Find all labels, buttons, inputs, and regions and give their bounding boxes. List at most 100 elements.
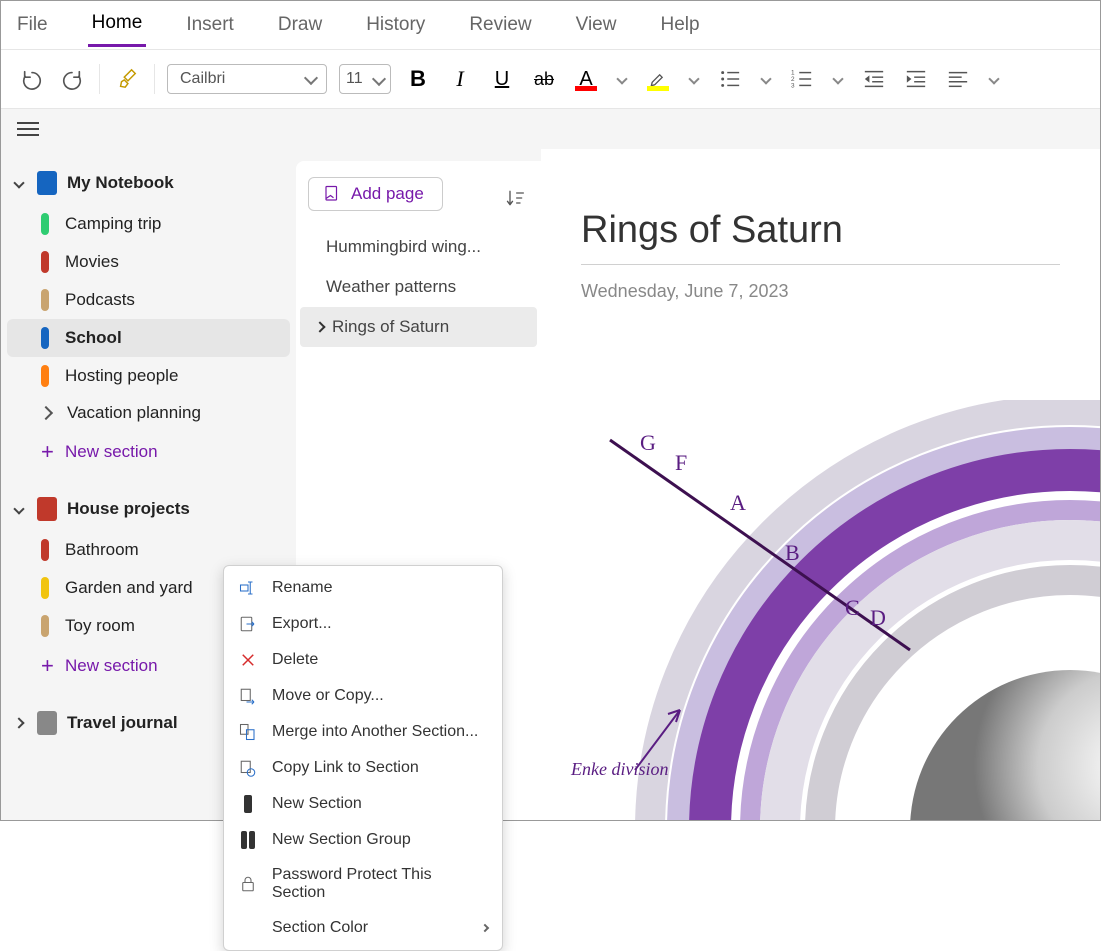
notebook-icon — [37, 711, 57, 735]
numbering-button[interactable]: 123 — [787, 59, 817, 99]
ctx-section-color[interactable]: Section Color — [224, 910, 502, 946]
page-rings-of-saturn[interactable]: Rings of Saturn — [300, 307, 537, 347]
ctx-password-protect[interactable]: Password Protect This Section — [224, 858, 502, 910]
numbered-list-icon: 123 — [791, 68, 813, 90]
hamburger-menu-icon[interactable] — [17, 118, 39, 140]
bullets-dropdown[interactable] — [757, 75, 775, 83]
section-school[interactable]: School — [7, 319, 290, 357]
undo-icon — [21, 68, 43, 90]
align-dropdown[interactable] — [985, 75, 1003, 83]
svg-text:G: G — [640, 430, 656, 455]
ctx-copy-link[interactable]: Copy Link to Section — [224, 750, 502, 786]
ctx-merge[interactable]: Merge into Another Section... — [224, 714, 502, 750]
outdent-button[interactable] — [859, 59, 889, 99]
add-page-icon — [323, 185, 341, 203]
outdent-icon — [863, 68, 885, 90]
svg-text:3: 3 — [791, 82, 795, 89]
menu-file[interactable]: File — [13, 6, 52, 44]
font-size-select[interactable]: 11 — [339, 64, 391, 94]
chevron-right-icon — [481, 924, 489, 932]
notebook-icon — [37, 497, 57, 521]
enke-division-label: Enke division — [571, 759, 668, 780]
section-group-icon — [238, 830, 258, 850]
undo-button[interactable] — [17, 59, 47, 99]
notebook-title: Travel journal — [67, 713, 178, 733]
page-content-area[interactable]: Rings of Saturn Wednesday, June 7, 2023 — [541, 149, 1100, 820]
section-hosting-people[interactable]: Hosting people — [1, 357, 296, 395]
italic-button[interactable]: I — [445, 59, 475, 99]
ctx-new-section-group[interactable]: New Section Group — [224, 822, 502, 858]
chevron-down-icon — [13, 177, 24, 188]
rename-icon — [238, 578, 258, 598]
section-camping-trip[interactable]: Camping trip — [1, 205, 296, 243]
plus-icon: + — [41, 439, 49, 465]
indent-icon — [905, 68, 927, 90]
underline-button[interactable]: U — [487, 59, 517, 99]
panel-toggle-bar — [1, 109, 1100, 149]
menu-draw[interactable]: Draw — [274, 6, 326, 44]
merge-icon — [238, 722, 258, 742]
font-name-value: Cailbri — [180, 70, 225, 88]
font-family-select[interactable]: Cailbri — [167, 64, 327, 94]
bullets-button[interactable] — [715, 59, 745, 99]
strikethrough-button[interactable]: ab — [529, 59, 559, 99]
ctx-export[interactable]: Export... — [224, 606, 502, 642]
plus-icon: + — [41, 653, 49, 679]
font-color-dropdown[interactable] — [613, 75, 631, 83]
page-weather[interactable]: Weather patterns — [296, 267, 541, 307]
ctx-new-section[interactable]: New Section — [224, 786, 502, 822]
add-page-button[interactable]: Add page — [308, 177, 443, 211]
ctx-move-copy[interactable]: Move or Copy... — [224, 678, 502, 714]
page-title[interactable]: Rings of Saturn — [581, 209, 1060, 265]
ribbon-toolbar: Cailbri 11 B I U ab A 123 — [1, 49, 1100, 109]
new-section-button-1[interactable]: +New section — [1, 431, 296, 473]
redo-icon — [61, 68, 83, 90]
redo-button[interactable] — [57, 59, 87, 99]
ctx-rename[interactable]: Rename — [224, 570, 502, 606]
highlight-button[interactable] — [643, 59, 673, 99]
align-icon — [947, 68, 969, 90]
notebook-header-my-notebook[interactable]: My Notebook — [1, 161, 296, 205]
sort-pages-button[interactable] — [505, 188, 525, 213]
menu-home[interactable]: Home — [88, 4, 147, 47]
svg-text:A: A — [730, 490, 746, 515]
paintbrush-icon — [116, 68, 138, 90]
page-date: Wednesday, June 7, 2023 — [581, 281, 1060, 302]
menu-history[interactable]: History — [362, 6, 429, 44]
underline-icon: U — [495, 68, 509, 91]
italic-icon: I — [456, 66, 463, 92]
ctx-delete[interactable]: Delete — [224, 642, 502, 678]
notebook-header-house-projects[interactable]: House projects — [1, 487, 296, 531]
section-movies[interactable]: Movies — [1, 243, 296, 281]
section-bathroom[interactable]: Bathroom — [1, 531, 296, 569]
page-hummingbird[interactable]: Hummingbird wing... — [296, 227, 541, 267]
menu-insert[interactable]: Insert — [182, 6, 238, 44]
chevron-down-icon — [13, 503, 24, 514]
menu-review[interactable]: Review — [465, 6, 535, 44]
bold-button[interactable]: B — [403, 59, 433, 99]
strikethrough-icon: ab — [534, 69, 554, 90]
delete-icon — [238, 650, 258, 670]
lock-icon — [238, 874, 258, 894]
saturn-rings-illustration: G F A B C D — [560, 400, 1100, 820]
indent-button[interactable] — [901, 59, 931, 99]
notebook-title: House projects — [67, 499, 190, 519]
bold-icon: B — [410, 66, 426, 92]
highlight-dropdown[interactable] — [685, 75, 703, 83]
svg-text:F: F — [675, 450, 687, 475]
format-painter-button[interactable] — [112, 59, 142, 99]
menu-view[interactable]: View — [572, 6, 621, 44]
align-button[interactable] — [943, 59, 973, 99]
link-icon — [238, 758, 258, 778]
font-size-value: 11 — [346, 70, 363, 88]
notebook-title: My Notebook — [67, 173, 174, 193]
svg-text:D: D — [870, 605, 886, 630]
move-copy-icon — [238, 686, 258, 706]
numbering-dropdown[interactable] — [829, 75, 847, 83]
font-color-button[interactable]: A — [571, 59, 601, 99]
section-vacation-planning[interactable]: Vacation planning — [1, 395, 296, 431]
notebook-icon — [37, 171, 57, 195]
menubar: File Home Insert Draw History Review Vie… — [1, 1, 1100, 49]
menu-help[interactable]: Help — [656, 6, 703, 44]
section-podcasts[interactable]: Podcasts — [1, 281, 296, 319]
